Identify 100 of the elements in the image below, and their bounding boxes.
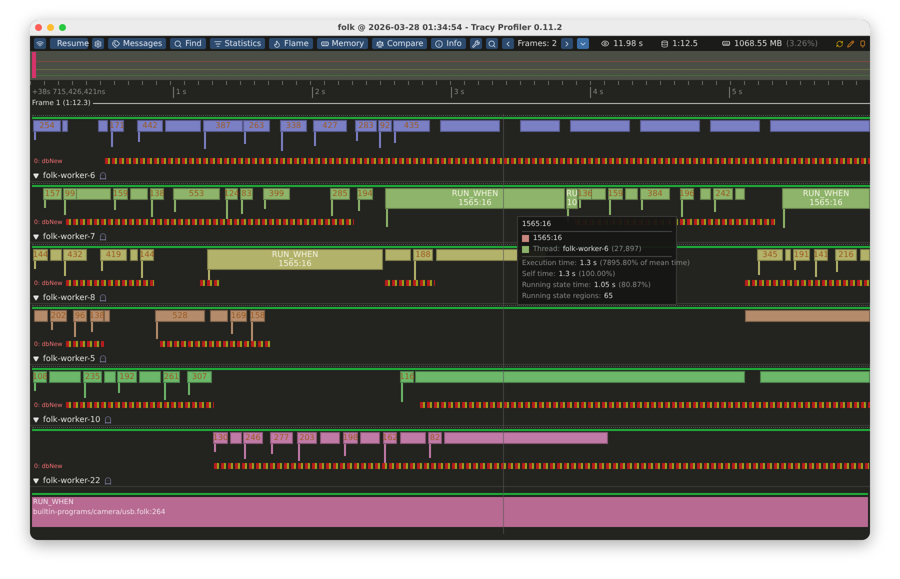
close-button[interactable] — [35, 24, 42, 31]
zone-block[interactable]: 158 — [250, 310, 265, 322]
battery-icon[interactable] — [858, 40, 866, 48]
zone-block[interactable]: 116 — [400, 371, 414, 383]
toolbar-button[interactable]: Messages — [108, 38, 166, 49]
zone-block[interactable]: 203 — [297, 432, 317, 444]
zone-block[interactable]: 159 — [113, 188, 128, 200]
zone-block[interactable]: 528 — [155, 310, 205, 322]
collapse-caret-icon[interactable] — [33, 478, 39, 484]
toolbar-button[interactable]: Statistics — [210, 38, 266, 49]
search-button[interactable] — [486, 38, 498, 49]
thread-name: folk-worker-10 — [43, 416, 100, 424]
stack-line — [64, 261, 66, 276]
zone-block — [440, 120, 500, 132]
zone-block[interactable]: 194 — [357, 188, 373, 200]
zone-block[interactable]: 169 — [230, 310, 247, 322]
toolbar-button[interactable]: Memory — [316, 38, 368, 49]
zone-block[interactable]: 162 — [383, 432, 397, 444]
zone-block[interactable]: 338 — [280, 120, 307, 132]
zone-block[interactable]: 191 — [793, 249, 810, 261]
zone-block[interactable]: 130 — [213, 432, 228, 444]
toolbar-button[interactable]: Flame — [269, 38, 313, 49]
zone-block[interactable]: 384 — [640, 188, 670, 200]
zone-block[interactable]: 216 — [835, 249, 857, 261]
zone-block[interactable]: 202 — [50, 310, 67, 322]
toolbar-button[interactable]: Find — [170, 38, 206, 49]
toolbar-button[interactable]: Compare — [372, 38, 428, 49]
zone-block[interactable]: RUN_WHEN 1565:16 — [385, 188, 565, 209]
refresh-icon[interactable] — [836, 40, 844, 48]
zone-block[interactable]: 261 — [163, 371, 180, 383]
zone-block[interactable]: 277 — [270, 432, 293, 444]
collapse-caret-icon[interactable] — [33, 294, 39, 300]
zone-block[interactable]: 283 — [355, 120, 377, 132]
ghost-icon[interactable] — [104, 476, 112, 484]
collapse-caret-icon[interactable] — [33, 416, 39, 422]
frame-dropdown-button[interactable] — [576, 38, 589, 49]
zone-block[interactable]: 196 — [680, 188, 694, 200]
connection-button[interactable] — [34, 38, 46, 49]
zone-block[interactable]: 285 — [330, 188, 350, 200]
zone-block[interactable]: 138 — [150, 188, 164, 200]
collapse-caret-icon[interactable] — [33, 172, 39, 178]
stack-line — [244, 132, 246, 144]
ghost-icon[interactable] — [99, 354, 108, 362]
zone-block[interactable]: 136 — [578, 188, 592, 200]
eye-icon — [600, 39, 610, 48]
zone-block[interactable]: 442 — [137, 120, 163, 132]
memory-usage: 1068.55 MB — [734, 38, 782, 50]
zone-block — [230, 432, 242, 444]
collapse-caret-icon[interactable] — [33, 234, 39, 240]
zone-block[interactable]: 144 — [33, 249, 48, 261]
ghost-icon[interactable] — [99, 172, 108, 180]
zone-block[interactable]: 108 — [33, 371, 47, 383]
zone-block[interactable]: 83 — [240, 188, 253, 200]
zone-block[interactable]: 198 — [343, 432, 358, 444]
pencil-icon[interactable] — [847, 40, 855, 48]
zone-block[interactable]: 254 — [33, 120, 61, 132]
zone-block[interactable]: 92 — [378, 120, 392, 132]
ghost-icon[interactable] — [99, 232, 108, 240]
previous-frame-button[interactable] — [502, 38, 514, 49]
settings-button[interactable] — [92, 38, 104, 49]
toolbar-button[interactable]: Info — [431, 38, 466, 49]
stack-line — [609, 200, 611, 215]
ghost-icon[interactable] — [104, 416, 112, 424]
zone-block[interactable]: 432 — [63, 249, 87, 261]
tools-button[interactable] — [470, 38, 482, 49]
zone-block[interactable]: 435 — [393, 120, 430, 132]
zone-block[interactable]: 188 — [413, 249, 433, 261]
zone-block[interactable]: 307 — [187, 371, 212, 383]
zone-name: RUN_WHEN — [802, 189, 850, 198]
stack-line — [204, 132, 206, 149]
zone-block[interactable]: RUN_WHEN 1565:16 — [782, 188, 870, 209]
zone-block[interactable]: 157 — [43, 188, 62, 200]
zone-block[interactable]: 171 — [110, 120, 124, 132]
zone-block[interactable]: 345 — [757, 249, 783, 261]
zone-block[interactable]: 159 — [608, 188, 623, 200]
toolbar-button[interactable]: Resume — [50, 38, 88, 49]
zone-block[interactable]: 242 — [713, 188, 733, 200]
next-frame-button[interactable] — [560, 38, 573, 49]
zone-block[interactable]: 427 — [313, 120, 347, 132]
zone-block[interactable]: RUN_WHEN 1565:16 — [207, 249, 383, 270]
zone-block[interactable]: 263 — [243, 120, 270, 132]
zone-block[interactable]: 138 — [90, 310, 104, 322]
zone-block — [360, 432, 380, 444]
ghost-icon[interactable] — [99, 294, 108, 302]
zone-block[interactable]: 235 — [83, 371, 102, 383]
zone-block[interactable]: 192 — [117, 371, 137, 383]
zone-block[interactable]: 246 — [243, 432, 263, 444]
zone-block[interactable]: 399 — [263, 188, 290, 200]
zone-block[interactable]: RU 10 — [566, 188, 578, 209]
zone-block[interactable]: 387 — [203, 120, 243, 132]
zone-block[interactable]: 141 — [814, 249, 828, 261]
collapse-caret-icon[interactable] — [33, 356, 39, 362]
zone-block[interactable]: 99 — [63, 188, 77, 200]
stack-line — [188, 383, 190, 395]
zone-block[interactable]: 553 — [173, 188, 220, 200]
stack-line — [174, 200, 176, 212]
zone-block[interactable]: 82 — [428, 432, 442, 444]
zone-block[interactable]: 96 — [73, 310, 87, 322]
zone-block[interactable]: 419 — [100, 249, 127, 261]
stack-line — [429, 444, 431, 458]
